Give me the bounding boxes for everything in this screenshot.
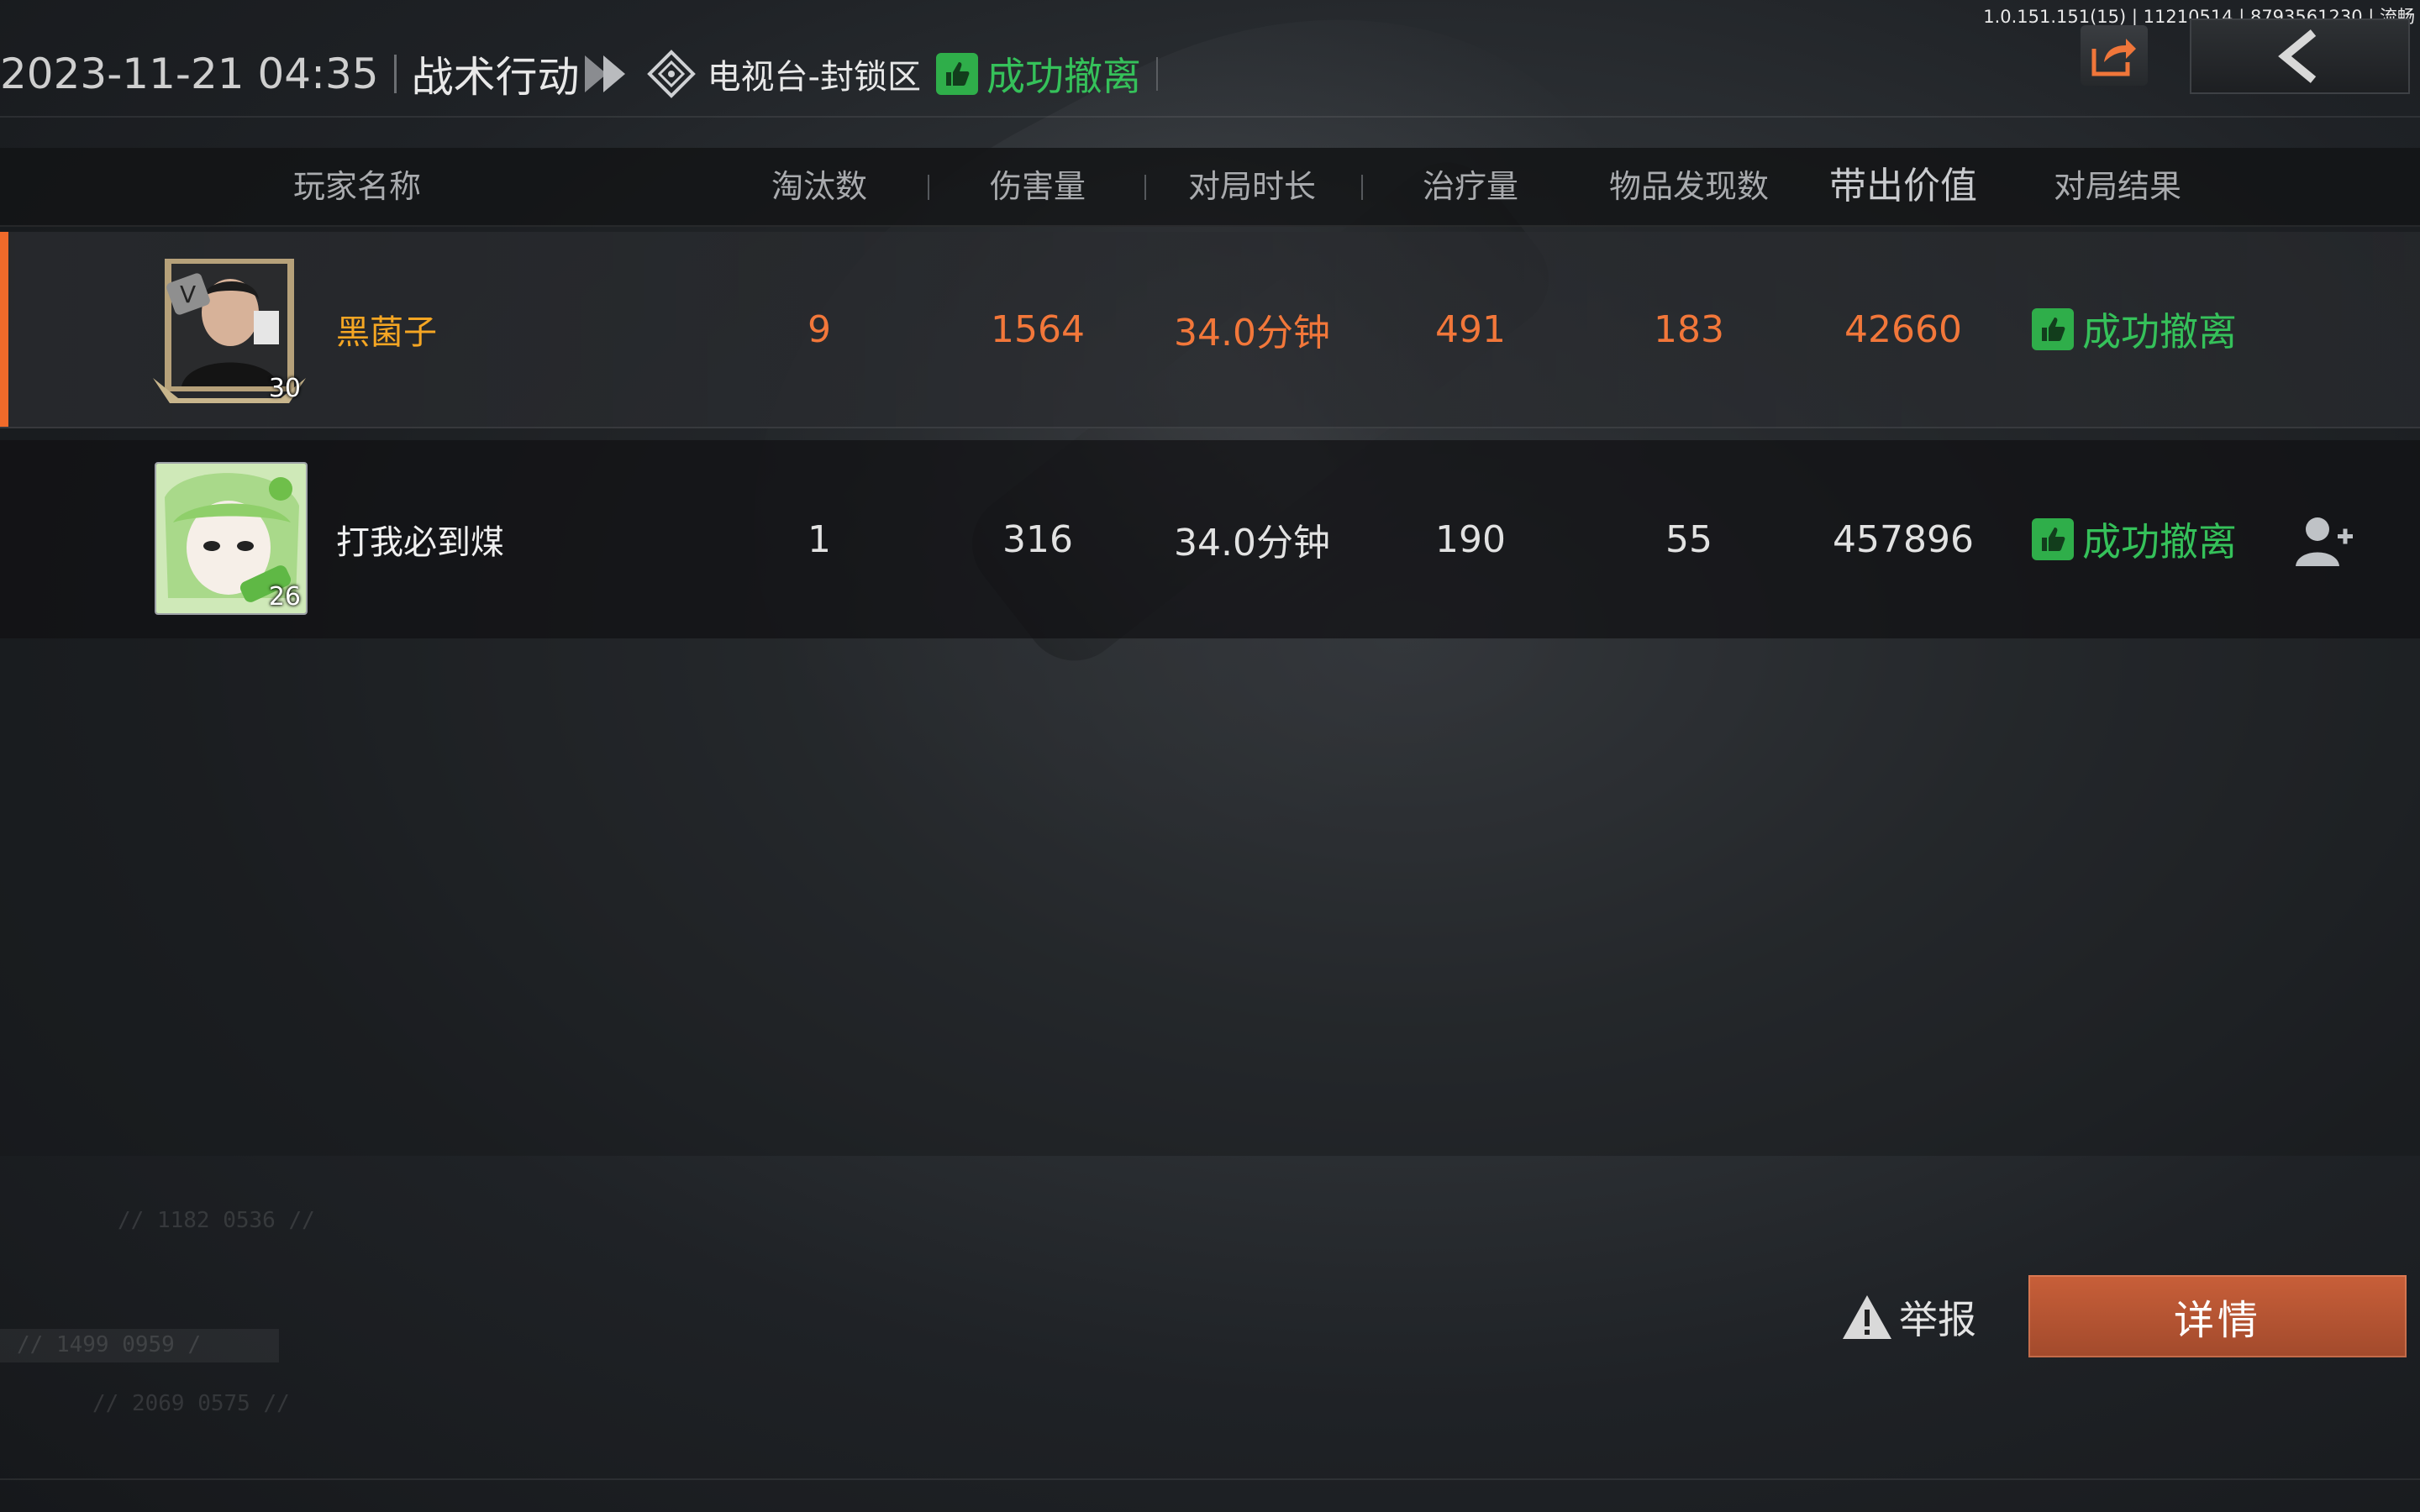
avatar[interactable]: 26	[155, 462, 308, 615]
background-code-text: // 1182 0536 //	[118, 1208, 315, 1233]
thumbs-up-icon	[2032, 518, 2074, 560]
back-button[interactable]	[2190, 18, 2410, 94]
thumbs-up-icon	[2032, 308, 2074, 350]
col-extracted-value: 带出价值	[1829, 165, 1977, 207]
footer-rule	[0, 1478, 2420, 1480]
report-button[interactable]: 举报	[1840, 1285, 1976, 1349]
avatar[interactable]: V 30	[153, 252, 306, 405]
svg-text:V: V	[180, 281, 196, 308]
share-icon	[2091, 39, 2136, 76]
col-eliminations: 淘汰数	[771, 168, 867, 205]
extracted-value: 457896	[1833, 517, 1974, 561]
share-button[interactable]	[2081, 25, 2148, 86]
map-name: 电视台-封锁区	[707, 58, 921, 97]
duration-value: 34.0分钟	[1174, 522, 1330, 564]
table-row[interactable]: 26 打我必到煤 1 316 34.0分钟 190 55 457896 成功撤离	[0, 440, 2420, 638]
report-label: 举报	[1899, 1297, 1976, 1342]
col-items-found: 物品发现数	[1608, 168, 1769, 205]
double-chevron-icon	[584, 55, 625, 92]
chevron-left-icon	[2278, 29, 2317, 83]
col-damage: 伤害量	[989, 168, 1086, 205]
result-label: 成功撤离	[2082, 519, 2237, 564]
details-button[interactable]: 详情	[2028, 1275, 2407, 1357]
player-name[interactable]: 打我必到煤	[336, 440, 672, 638]
add-friend-button[interactable]	[2294, 514, 2354, 568]
header-divider	[1156, 57, 1158, 91]
result-label: 成功撤离	[2082, 309, 2237, 354]
scoreboard-table: 玩家名称 淘汰数 伤害量 对局时长 治疗量 物品发现数 带出价值 对局结果 V	[0, 148, 2420, 1156]
player-result: 成功撤离	[2008, 232, 2260, 427]
background-code-text: // 2069 0575 //	[92, 1391, 290, 1416]
col-healing: 治疗量	[1422, 168, 1518, 205]
player-name[interactable]: 黑菌子	[336, 232, 672, 427]
col-player-name: 玩家名称	[292, 168, 421, 205]
match-result: 成功撤离	[986, 54, 1141, 99]
add-friend-icon	[2296, 517, 2353, 566]
healing-value: 190	[1435, 517, 1506, 561]
header-divider	[393, 55, 397, 93]
col-duration: 对局时长	[1187, 168, 1316, 205]
table-row[interactable]: V 30 黑菌子 9 1564 34.0分钟 491 183 42660 成功撤…	[0, 232, 2420, 428]
extracted-value: 42660	[1844, 307, 1962, 351]
self-highlight-bar	[0, 232, 8, 427]
header-rule	[0, 116, 2420, 118]
col-match-result: 对局结果	[2053, 168, 2181, 205]
game-mode: 战术行动	[411, 53, 580, 102]
damage-value: 316	[1002, 517, 1073, 561]
items-found-value: 55	[1665, 517, 1712, 561]
column-divider	[928, 175, 929, 200]
table-header: 玩家名称 淘汰数 伤害量 对局时长 治疗量 物品发现数 带出价值 对局结果	[0, 148, 2420, 227]
player-result: 成功撤离	[2008, 440, 2260, 638]
player-level: 30	[268, 374, 301, 403]
thumbs-up-icon	[936, 53, 978, 95]
column-divider	[1144, 175, 1146, 200]
healing-value: 491	[1435, 307, 1506, 351]
match-header: 2023-11-21 04:35 战术行动 电视台-封锁区 成功撤离	[0, 44, 1173, 104]
damage-value: 1564	[991, 307, 1085, 351]
items-found-value: 183	[1654, 307, 1724, 351]
column-divider	[1361, 175, 1363, 200]
warning-icon	[1843, 1295, 1891, 1339]
eliminations-value: 9	[808, 307, 831, 351]
match-datetime: 2023-11-21 04:35	[0, 50, 379, 98]
player-level: 26	[268, 582, 301, 612]
map-location-icon	[646, 50, 696, 98]
background-code-text: // 1499 0959 /	[17, 1332, 202, 1357]
duration-value: 34.0分钟	[1174, 312, 1330, 354]
eliminations-value: 1	[808, 517, 831, 561]
